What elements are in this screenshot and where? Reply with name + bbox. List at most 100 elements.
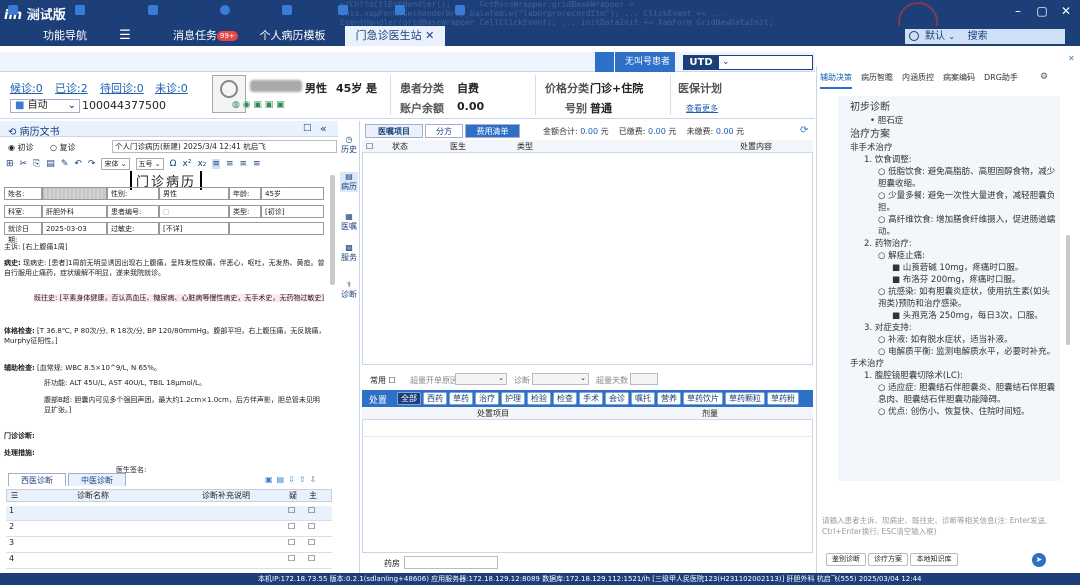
- assistant-tab[interactable]: 内涵质控: [902, 72, 934, 86]
- side-diagnosis[interactable]: ⚕ 诊断: [340, 280, 358, 300]
- category-button[interactable]: 会诊: [605, 392, 629, 405]
- print-button[interactable]: 打印 ⌄: [282, 3, 324, 17]
- side-service[interactable]: ▩ 服务: [340, 243, 358, 263]
- tab-split-prescription[interactable]: 分方: [425, 124, 463, 138]
- paste-icon[interactable]: ▤: [46, 159, 55, 169]
- dx-row[interactable]: 2 ☐ ☐: [6, 522, 332, 537]
- panel-maximize-icon[interactable]: □: [303, 123, 312, 133]
- items-row[interactable]: [362, 421, 813, 437]
- treatment-plan-button[interactable]: 诊疗方案: [868, 553, 908, 566]
- assistant-tab[interactable]: DRG助手: [984, 72, 1018, 86]
- mode-select[interactable]: ■ 自动 ⌄: [10, 99, 80, 113]
- finished-count[interactable]: 已诊:2: [55, 80, 88, 96]
- call-button[interactable]: 叫号 ⌄: [338, 3, 380, 17]
- maximize-button[interactable]: ▢: [1034, 3, 1050, 19]
- hpi[interactable]: 病史: 现病史: [患者]1周前无明显诱因出现右上腹痛，呈阵发性绞痛，伴恶心，呕…: [4, 258, 326, 278]
- format-icon[interactable]: ✎: [61, 159, 69, 169]
- dx-row[interactable]: 4 ☐ ☐: [6, 554, 332, 569]
- assistant-input[interactable]: 请输入患者主诉、现病史、既往史、诊断等相关信息(注: Enter发送, Ctrl…: [822, 515, 1052, 547]
- common-checkbox[interactable]: 常用 ☐: [370, 375, 396, 386]
- minimize-button[interactable]: –: [1010, 3, 1026, 19]
- category-button[interactable]: 西药: [423, 392, 447, 405]
- font-select[interactable]: 宋体 ⌄: [101, 158, 130, 170]
- category-button[interactable]: 草药饮片: [683, 392, 723, 405]
- aux-exam-ultrasound[interactable]: 腹部B超: 胆囊内可见多个强回声团，最大约1.2cm×1.0cm，后方伴声影，胆…: [44, 395, 326, 415]
- treat-section[interactable]: 处理措施:: [4, 448, 35, 458]
- side-record[interactable]: ▤ 病历: [340, 172, 358, 192]
- template-select[interactable]: 个人门诊病历(新建) 2025/3/4 12:41 杭启飞: [112, 140, 337, 153]
- side-orders[interactable]: ▦ 医嘱: [340, 212, 358, 232]
- tab-personal-template[interactable]: 个人病历模板: [245, 26, 340, 46]
- redo-icon[interactable]: ↷: [88, 159, 96, 169]
- physical-exam[interactable]: 体格检查: [T 36.8℃, P 80次/分, R 18次/分, BP 120…: [4, 326, 326, 346]
- category-button[interactable]: 草药粉: [767, 392, 799, 405]
- dx-row[interactable]: 3 ☐ ☐: [6, 538, 332, 553]
- omega-icon[interactable]: Ω: [170, 159, 177, 169]
- category-button[interactable]: 检查: [553, 392, 577, 405]
- category-button[interactable]: 全部: [397, 392, 421, 405]
- tab-order-items[interactable]: 医嘱项目: [365, 124, 423, 138]
- past-history[interactable]: 既往史: [平素身体健康，否认高血压、糖尿病、心脏病等慢性病史，无手术史，无药物…: [4, 293, 326, 303]
- sign-button[interactable]: 处置签署 ⌄: [148, 3, 208, 17]
- more-link[interactable]: 查看更多: [686, 103, 718, 114]
- undo-icon[interactable]: ↶: [74, 159, 82, 169]
- align-right-icon[interactable]: ≡: [240, 159, 248, 169]
- category-button[interactable]: 营养: [657, 392, 681, 405]
- settings-icon[interactable]: ⚙: [1040, 72, 1048, 82]
- insert-icon[interactable]: ⊞: [6, 159, 14, 169]
- assistant-tab[interactable]: 病案编码: [943, 72, 975, 86]
- copy-icon[interactable]: ⎘: [33, 159, 40, 169]
- diff-dx-button[interactable]: 鉴别诊断: [826, 553, 866, 566]
- size-select[interactable]: 五号 ⌄: [135, 158, 164, 170]
- category-button[interactable]: 护理: [501, 392, 525, 405]
- diag-select[interactable]: ⌄: [532, 373, 589, 385]
- justify-icon[interactable]: ≡: [253, 159, 261, 169]
- chief-complaint[interactable]: 主诉: [右上腹痛1周]: [4, 242, 326, 252]
- aux-exam-liver[interactable]: 肝功能: ALT 45U/L, AST 40U/L, TBIL 18μmol/L…: [44, 378, 326, 388]
- dx-section[interactable]: 门诊诊断:: [4, 431, 35, 441]
- cut-icon[interactable]: ✂: [20, 159, 28, 169]
- tab-outpatient-station[interactable]: 门急诊医生站 ✕: [345, 26, 445, 46]
- finish-button[interactable]: 诊毕 ⌄: [395, 3, 437, 17]
- category-button[interactable]: 草药: [449, 392, 473, 405]
- panel-collapse-icon[interactable]: «: [320, 122, 327, 135]
- doc-scrollbar[interactable]: [330, 175, 335, 285]
- tab-fee-list[interactable]: 费用清单: [465, 124, 520, 138]
- subscript-icon[interactable]: x₂: [197, 159, 206, 169]
- search-icon[interactable]: [909, 31, 919, 41]
- side-history[interactable]: ◷ 历史: [340, 135, 358, 155]
- assistant-close-icon[interactable]: ✕: [1068, 54, 1075, 63]
- waiting-count[interactable]: 候诊:0: [10, 80, 43, 96]
- pre-admission-button[interactable]: 预住院申请: [455, 3, 513, 17]
- save-record-button[interactable]: 病历保存 ⌄: [75, 3, 135, 17]
- charge-button[interactable]: 诊间收费 ⌄: [220, 3, 280, 17]
- refresh-icon[interactable]: ⟳: [800, 125, 808, 136]
- dx-toolbar-icons[interactable]: ▣▤⇩⇧⇩: [265, 475, 320, 484]
- category-button[interactable]: 草药颗粒: [725, 392, 765, 405]
- assistant-tab[interactable]: 辅助决策: [820, 72, 852, 86]
- over-days-input[interactable]: [630, 373, 658, 385]
- visit-first-radio[interactable]: ◉ 初诊: [8, 142, 34, 153]
- align-center-icon[interactable]: ≡: [226, 159, 234, 169]
- close-button[interactable]: ✕: [1058, 3, 1074, 19]
- pharmacy-input[interactable]: [404, 556, 498, 569]
- pending-return-count[interactable]: 待回诊:0: [100, 80, 144, 96]
- dx-row[interactable]: 1 ☐ ☐: [6, 506, 332, 521]
- knowledge-base-button[interactable]: 本地知识库: [910, 553, 958, 566]
- menu-icon[interactable]: ☰: [110, 26, 140, 46]
- category-button[interactable]: 嘱托: [631, 392, 655, 405]
- search-label[interactable]: 搜索: [968, 31, 988, 42]
- dx-tab-chinese[interactable]: 中医诊断: [68, 473, 126, 486]
- category-button[interactable]: 手术: [579, 392, 603, 405]
- category-button[interactable]: 治疗: [475, 392, 499, 405]
- aux-exam[interactable]: 辅助检查: [血常规: WBC 8.5×10^9/L, N 65%。: [4, 363, 326, 373]
- dx-tab-western[interactable]: 西医诊断: [8, 473, 66, 486]
- tab-function-nav[interactable]: 功能导航: [20, 26, 110, 46]
- read-insurance-card-button[interactable]: 读医保卡: [8, 3, 57, 17]
- close-tab-icon[interactable]: ✕: [425, 29, 434, 42]
- align-left-icon[interactable]: ≡: [212, 159, 220, 169]
- default-select[interactable]: 默认 ⌄ 搜索: [905, 29, 1065, 44]
- over-reason-select[interactable]: ⌄: [455, 373, 507, 385]
- send-button[interactable]: ➤: [1032, 553, 1046, 567]
- utd-dropdown-icon[interactable]: ⌄: [722, 57, 730, 67]
